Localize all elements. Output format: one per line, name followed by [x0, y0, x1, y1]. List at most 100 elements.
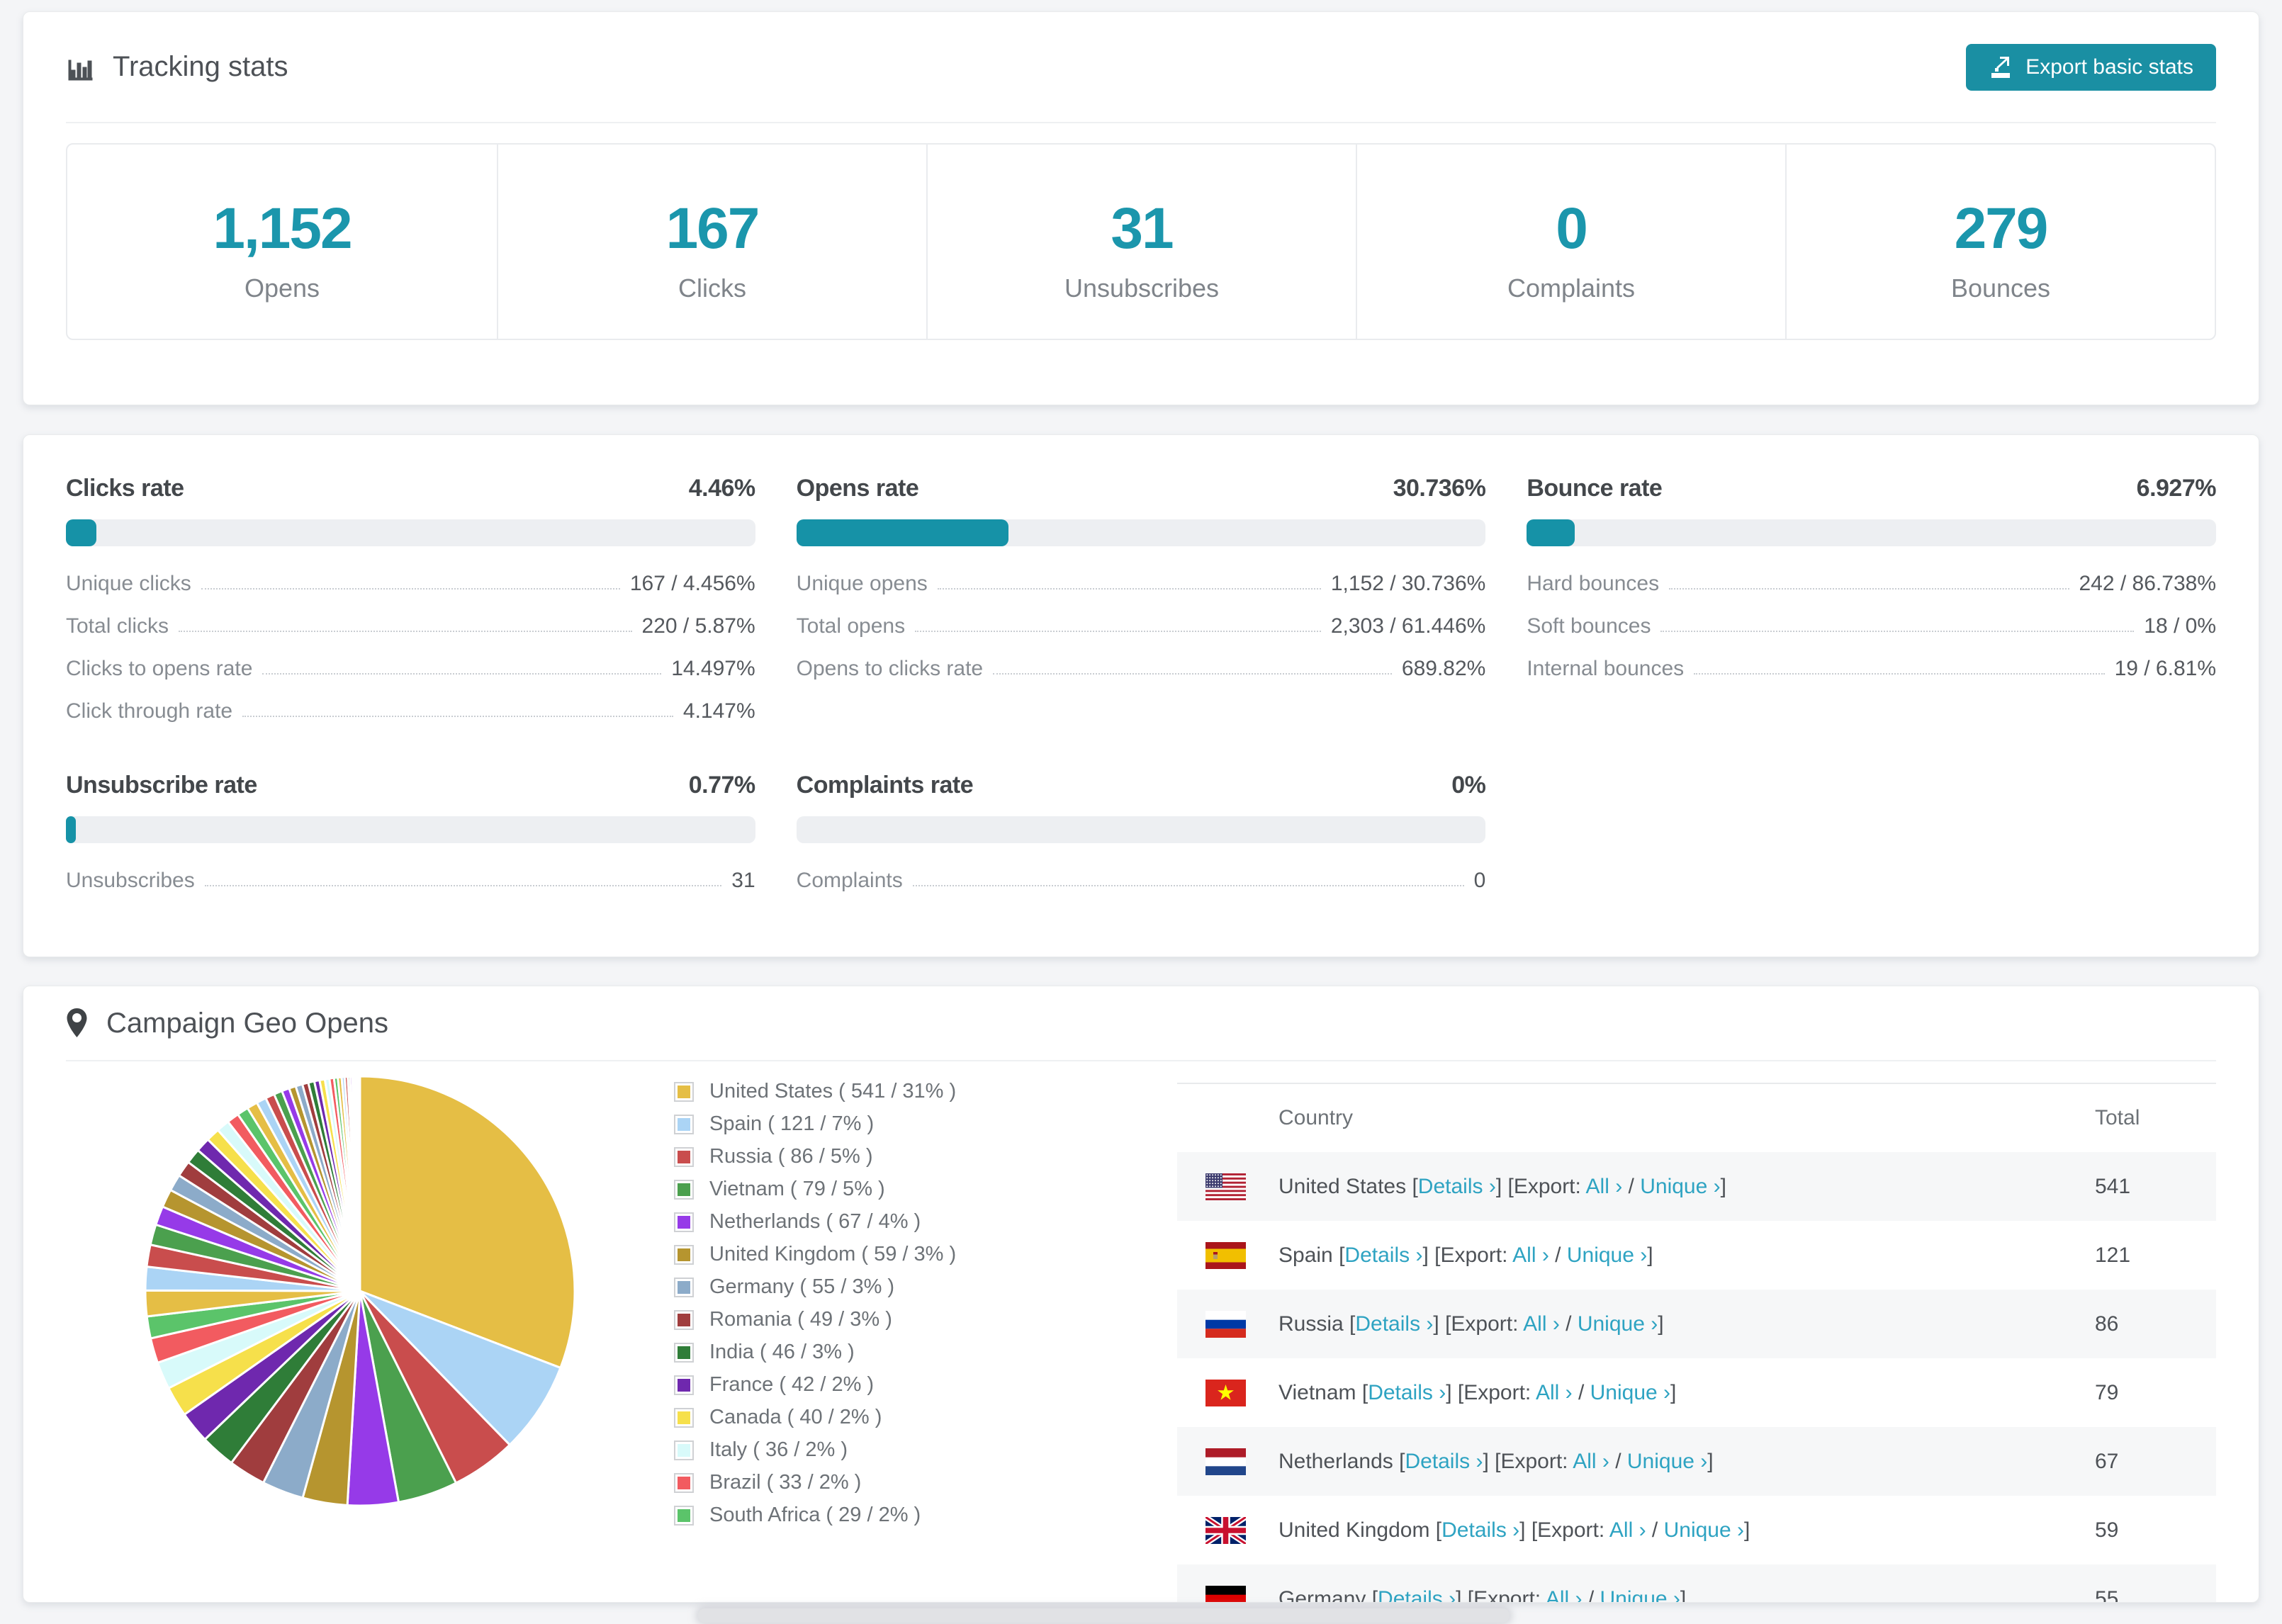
rate-detail-value: 220 / 5.87% [641, 614, 755, 638]
legend-item-germany[interactable]: Germany ( 55 / 3% ) [674, 1275, 1128, 1299]
details-link[interactable]: Details › [1418, 1175, 1496, 1198]
link-separator: / [1559, 1312, 1578, 1336]
pie-legend: United States ( 541 / 31% ) Spain ( 121 /… [674, 1080, 1128, 1536]
legend-item-italy[interactable]: Italy ( 36 / 2% ) [674, 1438, 1128, 1462]
legend-swatch [674, 1212, 694, 1232]
legend-swatch [674, 1244, 694, 1265]
dotted-leader [242, 716, 673, 717]
rate-detail-row: Clicks to opens rate 14.497% [66, 657, 755, 681]
legend-item-canada[interactable]: Canada ( 40 / 2% ) [674, 1406, 1128, 1429]
legend-label: United States ( 541 / 31% ) [709, 1080, 957, 1103]
details-link[interactable]: Details › [1368, 1381, 1446, 1404]
legend-item-romania[interactable]: Romania ( 49 / 3% ) [674, 1308, 1128, 1331]
rate-detail-row: Unsubscribes 31 [66, 869, 755, 893]
export-basic-stats-button[interactable]: Export basic stats [1966, 43, 2216, 91]
details-link[interactable]: Details › [1344, 1244, 1422, 1267]
legend-swatch [674, 1342, 694, 1363]
bracket-close: ] [1707, 1449, 1714, 1473]
legend-item-south-africa[interactable]: South Africa ( 29 / 2% ) [674, 1504, 1128, 1527]
link-separator: / [1622, 1174, 1641, 1198]
details-link[interactable]: Details › [1378, 1587, 1456, 1603]
details-link[interactable]: Details › [1405, 1450, 1483, 1473]
table-row-netherlands: Netherlands [Details ›] [Export: All › /… [1177, 1427, 2216, 1496]
dotted-leader [937, 588, 1321, 590]
link-separator: / [1572, 1380, 1590, 1404]
rate-detail-row: Total opens 2,303 / 61.446% [797, 614, 1486, 638]
campaign-overview-page: { "colors": { "accent": "#1692a7", "numb… [0, 0, 2282, 1624]
export-all-link[interactable]: All › [1586, 1175, 1623, 1198]
rate-detail-label: Unique opens [796, 572, 928, 595]
table-row-united-kingdom: United Kingdom [Details ›] [Export: All … [1177, 1496, 2216, 1564]
country-name: United States [ [1278, 1174, 1418, 1198]
legend-label: Germany ( 55 / 3% ) [709, 1275, 895, 1298]
germany-flag-icon [1205, 1585, 1246, 1602]
export-unique-link[interactable]: Unique › [1590, 1381, 1670, 1404]
legend-item-russia[interactable]: Russia ( 86 / 5% ) [674, 1145, 1128, 1168]
stat-card-complaints: 0 Complaints [1356, 145, 1785, 339]
rate-detail-row: Total clicks 220 / 5.87% [66, 614, 755, 638]
legend-swatch [674, 1407, 694, 1428]
rate-detail-label: Complaints [796, 869, 903, 892]
export-all-link[interactable]: All › [1536, 1381, 1573, 1404]
total-cell: 79 [2095, 1380, 2119, 1404]
legend-swatch [674, 1375, 694, 1395]
export-unique-link[interactable]: Unique › [1664, 1518, 1744, 1542]
export-unique-link[interactable]: Unique › [1600, 1587, 1680, 1603]
rate-detail-value: 19 / 6.81% [2114, 657, 2216, 680]
rate-detail-rows: Unique clicks 167 / 4.456% Total clicks 220… [66, 572, 755, 723]
export-unique-link[interactable]: Unique › [1640, 1175, 1720, 1198]
export-label: ] [Export: [1456, 1586, 1546, 1603]
legend-label: Romania ( 49 / 3% ) [709, 1308, 892, 1331]
legend-item-united-states[interactable]: United States ( 541 / 31% ) [674, 1080, 1128, 1103]
legend-item-france[interactable]: France ( 42 / 2% ) [674, 1373, 1128, 1397]
rate-detail-value: 18 / 0% [2144, 614, 2216, 638]
details-link[interactable]: Details › [1355, 1312, 1433, 1336]
geo-country-table: Country Total United States [Details ›] … [1177, 1083, 2216, 1603]
legend-item-netherlands[interactable]: Netherlands ( 67 / 4% ) [674, 1210, 1128, 1234]
export-all-link[interactable]: All › [1512, 1244, 1549, 1267]
rate-progress-track [796, 816, 1486, 843]
rate-detail-label: Total opens [796, 614, 906, 638]
details-link[interactable]: Details › [1441, 1518, 1519, 1542]
bracket-close: ] [1720, 1174, 1726, 1198]
geo-opens-pie-chart[interactable] [140, 1071, 580, 1511]
rate-detail-row: Click through rate 4.147% [66, 699, 755, 723]
rates-grid: Clicks rate 4.46% Unique clicks 167 / 4.456… [23, 435, 2259, 911]
dotted-leader [179, 631, 632, 632]
export-all-link[interactable]: All › [1523, 1312, 1560, 1336]
legend-swatch [674, 1440, 694, 1460]
rate-detail-label: Unsubscribes [66, 869, 195, 892]
legend-item-india[interactable]: India ( 46 / 3% ) [674, 1341, 1128, 1364]
legend-item-brazil[interactable]: Brazil ( 33 / 2% ) [674, 1471, 1128, 1494]
legend-item-spain[interactable]: Spain ( 121 / 7% ) [674, 1112, 1128, 1136]
legend-item-vietnam[interactable]: Vietnam ( 79 / 5% ) [674, 1178, 1128, 1201]
country-name: Vietnam [ [1278, 1380, 1368, 1404]
export-all-link[interactable]: All › [1546, 1587, 1583, 1603]
pie-slice-other-40[interactable] [358, 1075, 361, 1292]
export-unique-link[interactable]: Unique › [1567, 1244, 1647, 1267]
stat-label: Bounces [1950, 274, 2051, 303]
rate-title-row: Clicks rate 4.46% [66, 475, 755, 502]
rate-detail-value: 4.147% [682, 699, 755, 723]
export-label: ] [Export: [1433, 1312, 1524, 1336]
legend-label: France ( 42 / 2% ) [709, 1373, 875, 1396]
dotted-leader [915, 631, 1321, 632]
rate-detail-label: Unique clicks [66, 572, 191, 595]
export-label: ] [Export: [1495, 1174, 1586, 1198]
rate-detail-value: 689.82% [1401, 657, 1486, 680]
horizontal-scrollbar-thumb[interactable] [698, 1608, 1510, 1623]
country-cell: Netherlands [Details ›] [Export: All › /… [1278, 1450, 2095, 1474]
export-unique-link[interactable]: Unique › [1578, 1312, 1658, 1336]
rate-block-bounce-rate: Bounce rate 6.927% Hard bounces 242 / 86.73… [1527, 475, 2217, 742]
export-all-link[interactable]: All › [1573, 1450, 1609, 1473]
rate-detail-rows: Hard bounces 242 / 86.738% Soft bounces 18 … [1527, 572, 2216, 681]
legend-swatch [674, 1146, 694, 1167]
column-header-country: Country [1278, 1106, 1354, 1129]
export-all-link[interactable]: All › [1609, 1518, 1646, 1542]
export-unique-link[interactable]: Unique › [1627, 1450, 1707, 1473]
dotted-leader [204, 885, 722, 886]
rate-detail-value: 14.497% [671, 657, 755, 680]
legend-item-united-kingdom[interactable]: United Kingdom ( 59 / 3% ) [674, 1243, 1128, 1266]
country-name: Russia [ [1278, 1312, 1356, 1336]
rate-progress-fill [796, 519, 1008, 546]
